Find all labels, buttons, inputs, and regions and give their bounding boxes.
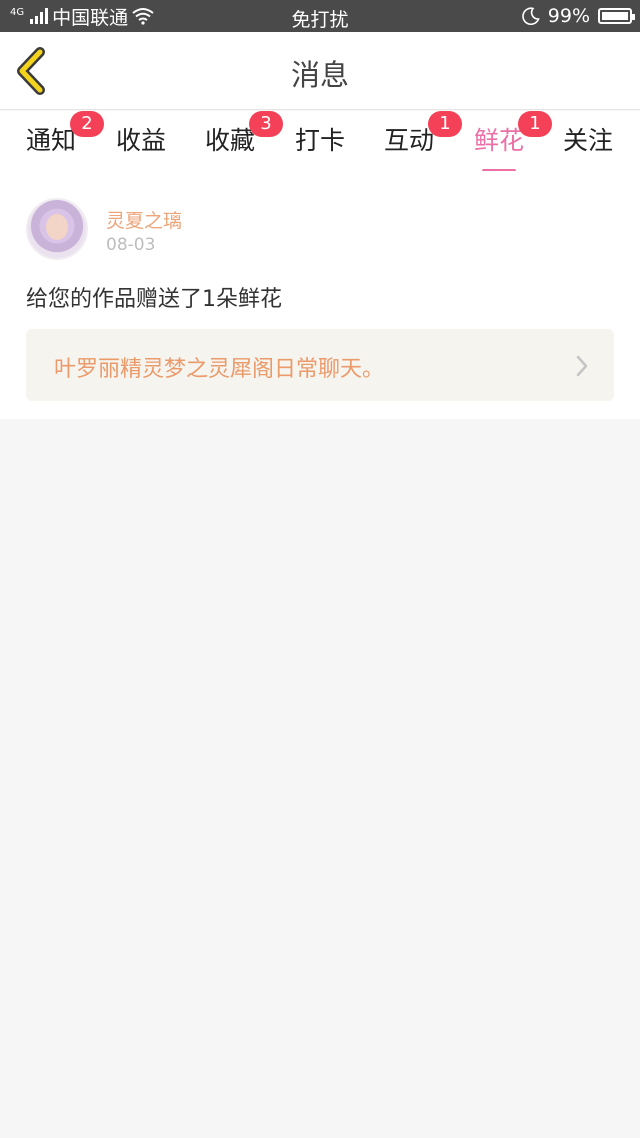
tab-label: 互动 xyxy=(384,126,435,155)
tab-label: 关注 xyxy=(563,126,614,155)
notification-message: 给您的作品赠送了1朵鲜花 xyxy=(26,287,282,312)
tab-flowers[interactable]: 鲜花 1 xyxy=(474,111,552,173)
tab-badge: 3 xyxy=(249,111,283,137)
notification-item: 灵夏之璃 08-03 给您的作品赠送了1朵鲜花 叶罗丽精灵梦之灵犀阁日常聊天。 xyxy=(0,171,640,419)
moon-icon xyxy=(521,7,540,25)
tab-favorites[interactable]: 收藏 3 xyxy=(205,111,283,171)
tab-badge: 1 xyxy=(518,111,552,137)
battery-fill xyxy=(602,12,628,20)
tab-interaction[interactable]: 互动 1 xyxy=(384,111,462,171)
tab-earnings[interactable]: 收益 xyxy=(116,121,166,171)
tab-badge: 2 xyxy=(70,111,104,137)
page-title: 消息 xyxy=(290,58,349,92)
notification-date: 08-03 xyxy=(106,235,156,255)
tab-label: 收藏 xyxy=(205,126,256,155)
message-tabs: 通知 2 收益 收藏 3 打卡 互动 1 鲜花 1 关注 xyxy=(0,111,640,173)
username[interactable]: 灵夏之璃 xyxy=(106,206,182,233)
tab-notice[interactable]: 通知 2 xyxy=(26,111,104,171)
tab-checkin[interactable]: 打卡 xyxy=(295,121,345,171)
nav-bar: 消息 xyxy=(0,32,640,110)
work-title: 叶罗丽精灵梦之灵犀阁日常聊天。 xyxy=(54,357,385,382)
work-link-card[interactable]: 叶罗丽精灵梦之灵犀阁日常聊天。 xyxy=(26,329,614,401)
avatar[interactable] xyxy=(26,198,88,260)
status-bar: 4G 中国联通 免打扰 99% xyxy=(0,0,640,32)
tab-label: 通知 xyxy=(26,126,77,155)
tab-label: 鲜花 xyxy=(474,126,525,155)
avatar-face xyxy=(46,214,68,240)
status-right: 99% xyxy=(521,0,635,32)
tab-follow[interactable]: 关注 xyxy=(563,121,613,171)
chevron-right-icon xyxy=(576,355,588,377)
battery-icon xyxy=(598,8,635,24)
tab-label: 收益 xyxy=(116,126,167,155)
tab-badge: 1 xyxy=(428,111,462,137)
battery-percent: 99% xyxy=(547,5,590,27)
tab-label: 打卡 xyxy=(295,126,346,155)
